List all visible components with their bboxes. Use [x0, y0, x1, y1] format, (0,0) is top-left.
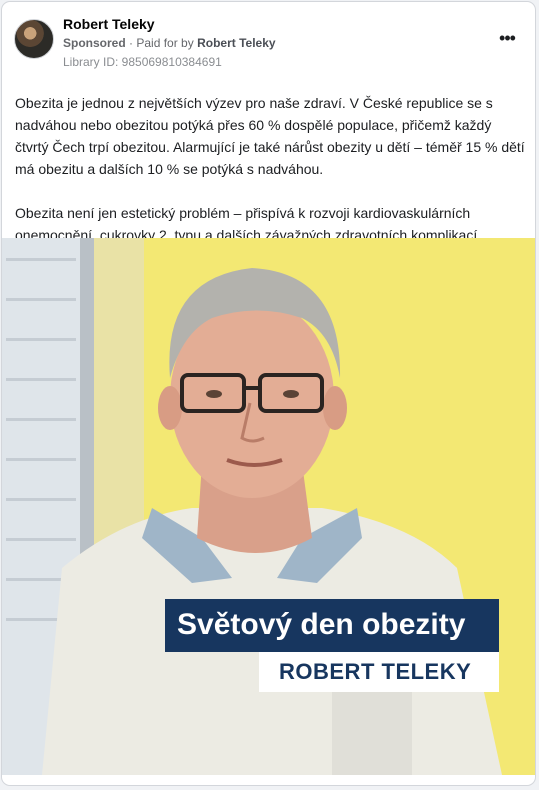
post-paragraph: Obezita je jednou z největších výzev pro… [15, 95, 525, 177]
library-id: Library ID: 985069810384691 [63, 55, 222, 69]
separator-dot: · [129, 36, 134, 50]
author-name[interactable]: Robert Teleky [63, 16, 155, 32]
paid-for-prefix: Paid for by [136, 36, 194, 50]
avatar[interactable] [14, 19, 54, 59]
sponsored-label: Sponsored [63, 36, 126, 50]
image-subtitle: ROBERT TELEKY [279, 659, 472, 684]
doctor-photo [2, 238, 535, 775]
more-options-icon[interactable]: ••• [497, 29, 517, 47]
post-header: Robert Teleky Sponsored · Paid for by Ro… [2, 2, 535, 82]
ad-post-card: Robert Teleky Sponsored · Paid for by Ro… [1, 1, 536, 786]
sponsored-line: Sponsored · Paid for by Robert Teleky [63, 36, 276, 50]
image-title: Světový den obezity [177, 608, 466, 641]
payer-name: Robert Teleky [197, 36, 276, 50]
ad-image[interactable]: Světový den obezity ROBERT TELEKY [2, 238, 535, 775]
